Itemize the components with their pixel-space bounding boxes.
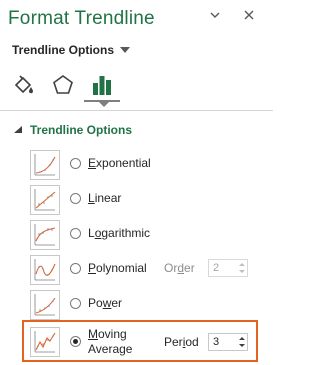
label-power[interactable]: Power bbox=[88, 296, 122, 310]
trendline-options-dropdown-label: Trendline Options bbox=[12, 43, 115, 57]
order-value: 2 bbox=[213, 262, 220, 274]
pentagon-icon bbox=[53, 75, 73, 94]
label-linear[interactable]: Linear bbox=[88, 191, 121, 205]
paint-bucket-icon bbox=[14, 75, 33, 94]
trendline-type-power: Power bbox=[0, 288, 273, 322]
tab-fill-line[interactable] bbox=[6, 68, 40, 102]
section-trendline-options[interactable]: Trendline Options bbox=[14, 123, 132, 137]
trendline-type-exponential: Exponential bbox=[0, 148, 273, 182]
polynomial-trend-icon bbox=[30, 255, 60, 285]
label-exponential-text: xponential bbox=[96, 156, 151, 170]
close-icon[interactable] bbox=[240, 6, 258, 24]
label-linear-access-key: L bbox=[88, 191, 95, 205]
label-exponential-access-key: E bbox=[88, 156, 97, 170]
label-linear-text: inear bbox=[94, 191, 122, 205]
radio-power[interactable] bbox=[70, 298, 81, 309]
expand-triangle-icon bbox=[14, 126, 22, 133]
radio-logarithmic[interactable] bbox=[70, 228, 81, 239]
radio-exponential[interactable] bbox=[70, 158, 81, 169]
order-label-pre: Or bbox=[164, 261, 178, 275]
exponential-trend-icon bbox=[30, 150, 60, 180]
radio-polynomial[interactable] bbox=[70, 263, 81, 274]
label-logarithmic-pre: L bbox=[88, 226, 95, 240]
highlight-box bbox=[22, 320, 258, 362]
label-power-text: er bbox=[111, 296, 123, 310]
chevron-down-icon[interactable] bbox=[206, 6, 224, 24]
trendline-type-logarithmic: Logarithmic bbox=[0, 218, 273, 252]
trendline-type-polynomial: Polynomial Order 2 bbox=[0, 253, 273, 287]
order-label: Order bbox=[164, 261, 195, 275]
order-stepper[interactable]: 2 bbox=[208, 259, 248, 277]
label-logarithmic[interactable]: Logarithmic bbox=[88, 226, 150, 240]
trendline-type-linear: Linear bbox=[0, 183, 273, 217]
pane-title: Format Trendline bbox=[8, 8, 155, 29]
order-label-text: er bbox=[184, 261, 195, 275]
label-logarithmic-text: garithmic bbox=[101, 226, 151, 240]
trendline-options-dropdown[interactable]: Trendline Options bbox=[12, 43, 131, 57]
label-power-pre: Po bbox=[88, 296, 103, 310]
linear-trend-icon bbox=[30, 185, 60, 215]
tab-effects[interactable] bbox=[46, 68, 80, 102]
label-polynomial-text: olynomial bbox=[96, 261, 147, 275]
bar-chart-icon bbox=[93, 76, 111, 95]
spin-arrows-icon bbox=[239, 263, 245, 273]
logarithmic-trend-icon bbox=[30, 220, 60, 250]
power-trend-icon bbox=[30, 290, 60, 320]
label-polynomial[interactable]: Polynomial bbox=[88, 261, 147, 275]
selected-tab-caret bbox=[99, 102, 109, 107]
radio-linear[interactable] bbox=[70, 193, 81, 204]
label-polynomial-access-key: P bbox=[88, 261, 97, 275]
tab-trendline-options[interactable] bbox=[85, 68, 119, 102]
dropdown-caret-icon bbox=[120, 47, 131, 53]
section-label: Trendline Options bbox=[30, 123, 133, 137]
divider bbox=[0, 110, 273, 111]
label-exponential[interactable]: Exponential bbox=[88, 156, 151, 170]
